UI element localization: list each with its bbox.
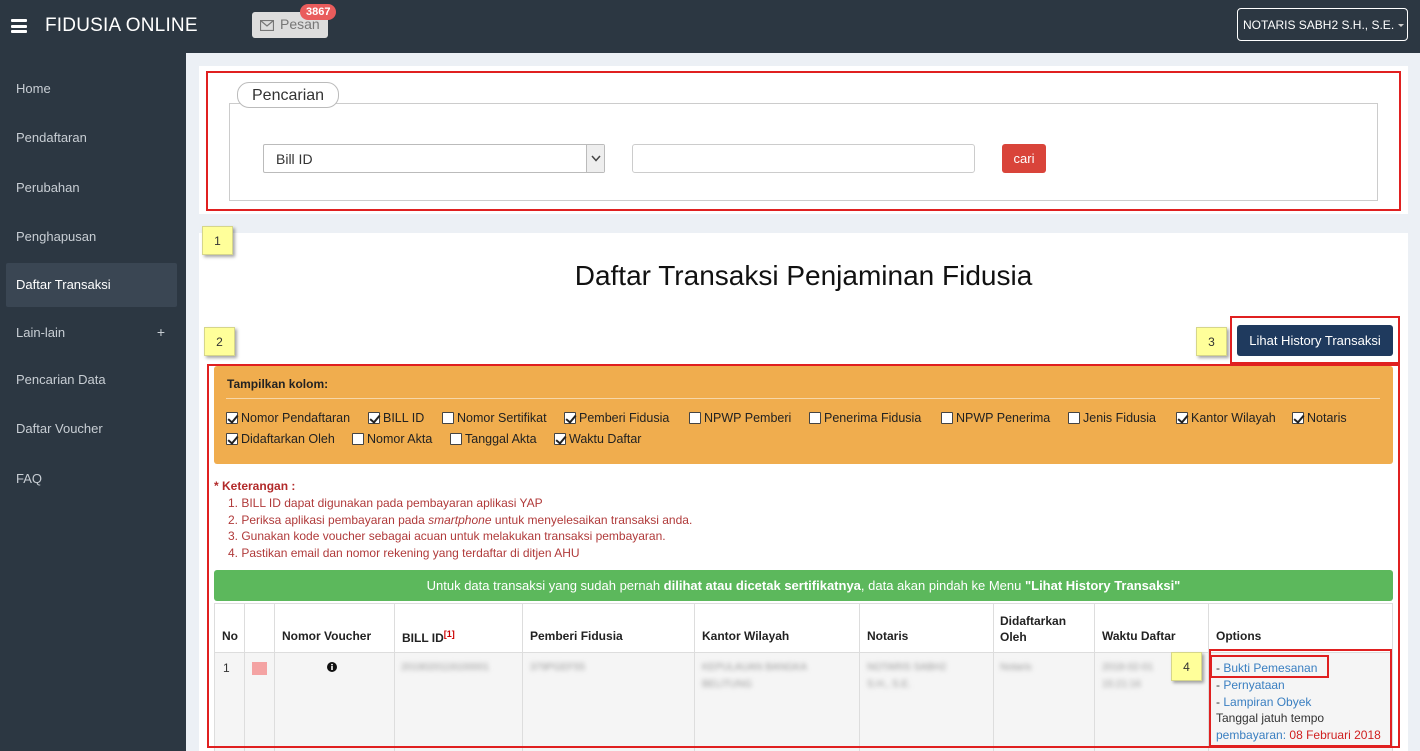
page-title: Daftar Transaksi Penjaminan Fidusia: [574, 260, 1033, 291]
sidebar-item-label: Perubahan: [16, 180, 80, 195]
user-name: NOTARIS SABH2 S.H., S.E.: [1243, 18, 1395, 32]
sidebar-item-home[interactable]: Home: [6, 67, 177, 111]
sidebar-item-label: Home: [16, 81, 51, 96]
annotation-3: 3: [1196, 327, 1227, 356]
plus-icon: +: [156, 324, 165, 340]
sidebar-item-pencarian-data[interactable]: Pencarian Data: [6, 358, 177, 402]
sidebar-item-label: Daftar Voucher: [16, 421, 103, 436]
sidebar-item-perubahan[interactable]: Perubahan: [6, 166, 177, 210]
brand-title[interactable]: FIDUSIA ONLINE: [45, 15, 198, 37]
sidebar-item-penghapusan[interactable]: Penghapusan: [6, 215, 177, 259]
pesan-count-badge: 3867: [300, 4, 337, 20]
sidebar-item-label: Pencarian Data: [16, 372, 106, 387]
sidebar-item-label: Pendaftaran: [16, 130, 87, 145]
annotation-2: 2: [204, 327, 235, 356]
sidebar-item-label: FAQ: [16, 471, 43, 486]
highlight-table-section: [207, 364, 1400, 748]
sidebar-item-faq[interactable]: FAQ: [6, 457, 177, 501]
sidebar-item-daftar-voucher[interactable]: Daftar Voucher: [6, 407, 177, 451]
sidebar-item-label: Daftar Transaksi: [16, 277, 111, 292]
sidebar-item-lain-lain[interactable]: Lain-lain +: [6, 311, 177, 355]
sidebar-item-daftar-transaksi[interactable]: Daftar Transaksi: [6, 263, 177, 307]
annotation-1: 1: [202, 226, 233, 255]
sidebar-item-label: Lain-lain: [16, 325, 66, 340]
user-dropdown-button[interactable]: NOTARIS SABH2 S.H., S.E.: [1237, 8, 1408, 41]
sidebar: Home Pendaftaran Perubahan Penghapusan D…: [0, 53, 186, 751]
hamburger-menu-icon[interactable]: [11, 19, 27, 33]
highlight-history-box: [1230, 316, 1400, 364]
sidebar-item-pendaftaran[interactable]: Pendaftaran: [6, 116, 177, 160]
envelope-icon: [259, 19, 275, 32]
highlight-search-box: [206, 71, 1401, 211]
caret-down-icon: [1398, 24, 1405, 28]
sidebar-item-label: Penghapusan: [16, 229, 97, 244]
top-navbar: FIDUSIA ONLINE Pesan 3867 NOTARIS SABH2 …: [0, 0, 1420, 53]
